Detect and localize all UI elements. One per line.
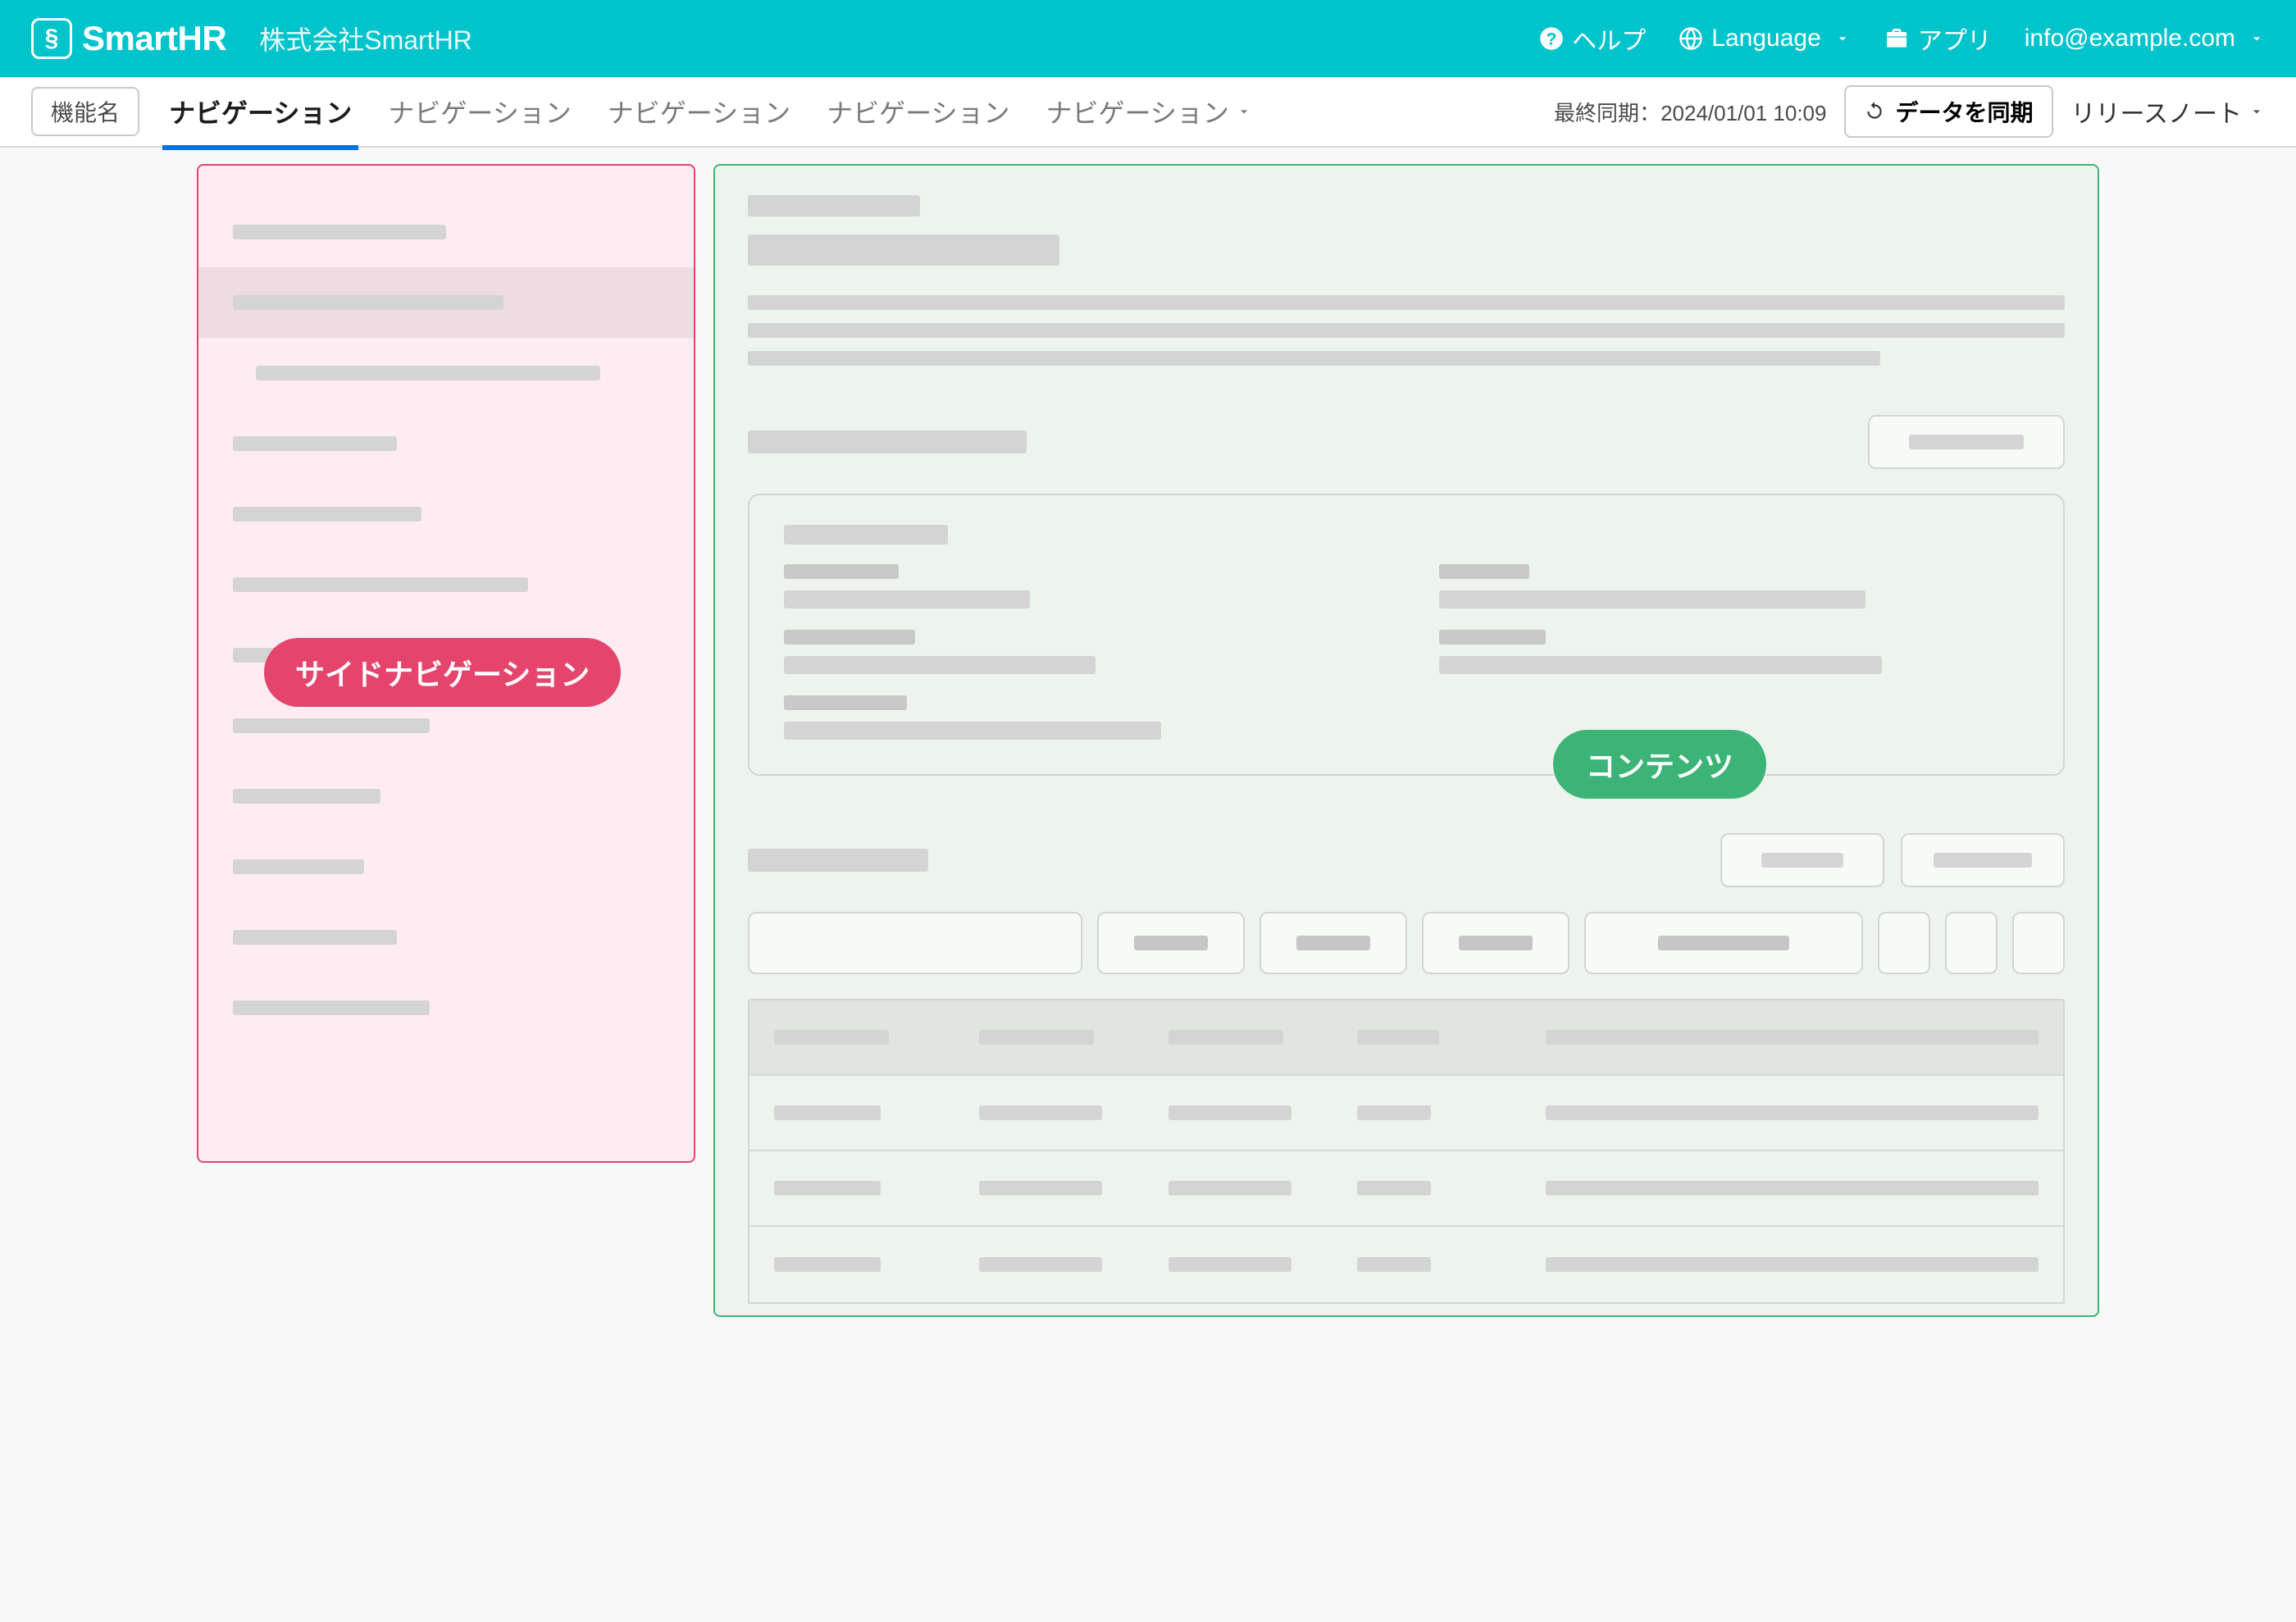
action-button[interactable] <box>1868 415 2065 469</box>
briefcase-icon <box>1884 25 1910 52</box>
header-right: ? ヘルプ Language アプリ info@example.com <box>1539 21 2265 57</box>
field <box>784 695 1374 740</box>
icon-button[interactable] <box>1878 912 1930 974</box>
globe-icon <box>1679 26 1703 51</box>
sync-time: 2024/01/01 10:09 <box>1660 101 1826 125</box>
apps-menu[interactable]: アプリ <box>1884 21 1992 57</box>
sync-button[interactable]: データを同期 <box>1844 85 2052 138</box>
table-row[interactable] <box>749 1227 2063 1302</box>
sidenav-item[interactable] <box>198 973 694 1043</box>
caret-down-icon <box>1236 103 1252 120</box>
nav-item-label: ナビゲーション <box>608 93 790 130</box>
main-area: サイドナビゲーション <box>0 148 2296 1350</box>
help-link[interactable]: ? ヘルプ <box>1539 21 1646 57</box>
caret-down-icon <box>2248 103 2265 120</box>
section-title-row <box>748 415 2065 469</box>
release-notes-menu[interactable]: リリースノート <box>2071 93 2266 130</box>
language-label: Language <box>1711 25 1820 52</box>
chevron-down-icon <box>1834 30 1851 47</box>
nav-item-4[interactable]: ナビゲーション <box>1040 75 1259 148</box>
nav-item-label: ナビゲーション <box>1046 93 1229 130</box>
navbar-right: 最終同期：2024/01/01 10:09 データを同期 リリースノート <box>1554 85 2265 138</box>
main-nav: 機能名 ナビゲーション ナビゲーション ナビゲーション ナビゲーション ナビゲー… <box>0 77 2296 148</box>
sidenav-item[interactable] <box>198 408 694 479</box>
sidenav-item[interactable] <box>198 832 694 902</box>
nav-item-2[interactable]: ナビゲーション <box>601 75 797 148</box>
logo[interactable]: § SmartHR <box>31 18 226 59</box>
app-header: § SmartHR 株式会社SmartHR ? ヘルプ Language アプリ… <box>0 0 2296 77</box>
filter-select[interactable] <box>1097 912 1245 974</box>
apps-label: アプリ <box>1918 21 1992 57</box>
filter-select[interactable] <box>1422 912 1569 974</box>
section-title-row <box>748 833 2065 887</box>
sidenav-item[interactable] <box>198 761 694 832</box>
table-header <box>749 1000 2063 1076</box>
detail-card: コンテンツ <box>748 494 2065 776</box>
search-input[interactable] <box>748 912 1082 974</box>
account-email: info@example.com <box>2025 25 2235 52</box>
content-header <box>748 195 2065 366</box>
data-table <box>748 999 2065 1304</box>
chevron-down-icon <box>2248 30 2265 47</box>
help-label: ヘルプ <box>1572 21 1646 57</box>
nav-item-1[interactable]: ナビゲーション <box>381 75 577 148</box>
nav-item-label: ナビゲーション <box>169 93 352 130</box>
last-sync: 最終同期：2024/01/01 10:09 <box>1554 97 1826 127</box>
svg-text:?: ? <box>1547 30 1557 49</box>
nav-item-3[interactable]: ナビゲーション <box>820 75 1016 148</box>
sidenav-item[interactable] <box>198 549 694 620</box>
sidenav-item[interactable] <box>198 197 694 267</box>
language-menu[interactable]: Language <box>1679 25 1850 52</box>
sync-button-label: データを同期 <box>1895 95 2033 128</box>
nav-item-label: ナビゲーション <box>827 93 1009 130</box>
logo-glyph: § <box>45 25 59 52</box>
sidenav-subitem[interactable] <box>198 338 694 408</box>
nav-item-label: ナビゲーション <box>388 93 571 130</box>
company-name: 株式会社SmartHR <box>259 20 472 57</box>
refresh-icon <box>1864 101 1885 122</box>
filter-row <box>748 912 2065 974</box>
logo-text: SmartHR <box>82 19 226 58</box>
account-menu[interactable]: info@example.com <box>2025 25 2265 52</box>
logo-icon: § <box>31 18 72 59</box>
filter-select[interactable] <box>1584 912 1863 974</box>
table-row[interactable] <box>749 1076 2063 1151</box>
content-annotation: コンテンツ <box>1553 730 1766 799</box>
primary-button[interactable] <box>1901 833 2065 887</box>
field <box>1439 564 2029 608</box>
release-notes-label: リリースノート <box>2071 93 2243 130</box>
field <box>784 630 1374 674</box>
sidenav-item[interactable] <box>198 902 694 973</box>
feature-badge: 機能名 <box>31 87 139 136</box>
sidenav-item[interactable] <box>198 267 694 338</box>
nav-item-0[interactable]: ナビゲーション <box>162 75 358 148</box>
help-icon: ? <box>1539 26 1564 51</box>
content-area: コンテンツ <box>713 164 2099 1317</box>
sync-prefix: 最終同期： <box>1554 101 1660 125</box>
field <box>784 564 1374 608</box>
table-row[interactable] <box>749 1151 2063 1227</box>
sidenav-annotation: サイドナビゲーション <box>264 638 621 707</box>
filter-select[interactable] <box>1260 912 1407 974</box>
icon-button[interactable] <box>1945 912 1998 974</box>
sidenav-item[interactable] <box>198 479 694 549</box>
side-navigation: サイドナビゲーション <box>197 164 695 1163</box>
icon-button[interactable] <box>2012 912 2065 974</box>
secondary-button[interactable] <box>1720 833 1884 887</box>
field <box>1439 630 2029 674</box>
